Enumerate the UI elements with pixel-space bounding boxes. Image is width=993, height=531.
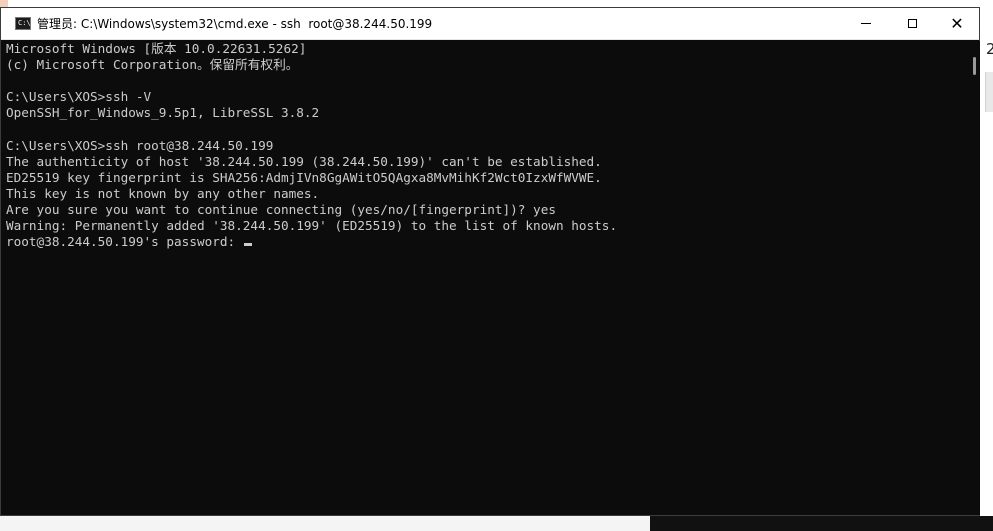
console-line: (c) Microsoft Corporation。保留所有权利。 (6, 57, 299, 73)
text-cursor (243, 243, 252, 247)
console-line: root@38.244.50.199's password: (6, 234, 961, 250)
background-document-text: 2 (986, 40, 993, 58)
close-icon: ✕ (950, 13, 964, 33)
vertical-scrollbar[interactable] (968, 41, 980, 515)
minimize-icon (861, 23, 871, 24)
background-document-strip (985, 72, 993, 112)
maximize-icon (907, 19, 917, 28)
console-output[interactable]: Microsoft Windows [版本 10.0.22631.5262] (c… (6, 41, 961, 511)
maximize-button[interactable] (889, 8, 935, 39)
console-line: Microsoft Windows [版本 10.0.22631.5262] (6, 41, 307, 56)
background-bottom-area (0, 516, 650, 531)
console-line: C:\Users\XOS>ssh root@38.244.50.199 (6, 137, 274, 153)
console-line: This key is not known by any other names… (6, 185, 320, 201)
title-bar[interactable]: C:\ 管理员: C:\Windows\system32\cmd.exe - s… (1, 8, 979, 40)
console-line: Are you sure you want to continue connec… (6, 201, 556, 217)
console-line: C:\Users\XOS>ssh -V (6, 89, 152, 105)
console-line: OpenSSH_for_Windows_9.5p1, LibreSSL 3.8.… (6, 105, 320, 121)
minimize-button[interactable] (843, 8, 889, 39)
cmd-icon-text: C:\ (18, 19, 31, 27)
scrollbar-thumb[interactable] (973, 57, 976, 75)
close-button[interactable]: ✕ (935, 8, 979, 39)
cmd-window[interactable]: C:\ 管理员: C:\Windows\system32\cmd.exe - s… (0, 7, 980, 516)
console-line: Warning: Permanently added '38.244.50.19… (6, 218, 618, 234)
console-line: The authenticity of host '38.244.50.199 … (6, 153, 602, 169)
background-bottom-dark-area (650, 516, 993, 531)
window-title: 管理员: C:\Windows\system32\cmd.exe - ssh r… (37, 17, 433, 31)
cmd-icon[interactable]: C:\ (15, 17, 31, 30)
console-line: ED25519 key fingerprint is SHA256:AdmjIV… (6, 169, 602, 185)
